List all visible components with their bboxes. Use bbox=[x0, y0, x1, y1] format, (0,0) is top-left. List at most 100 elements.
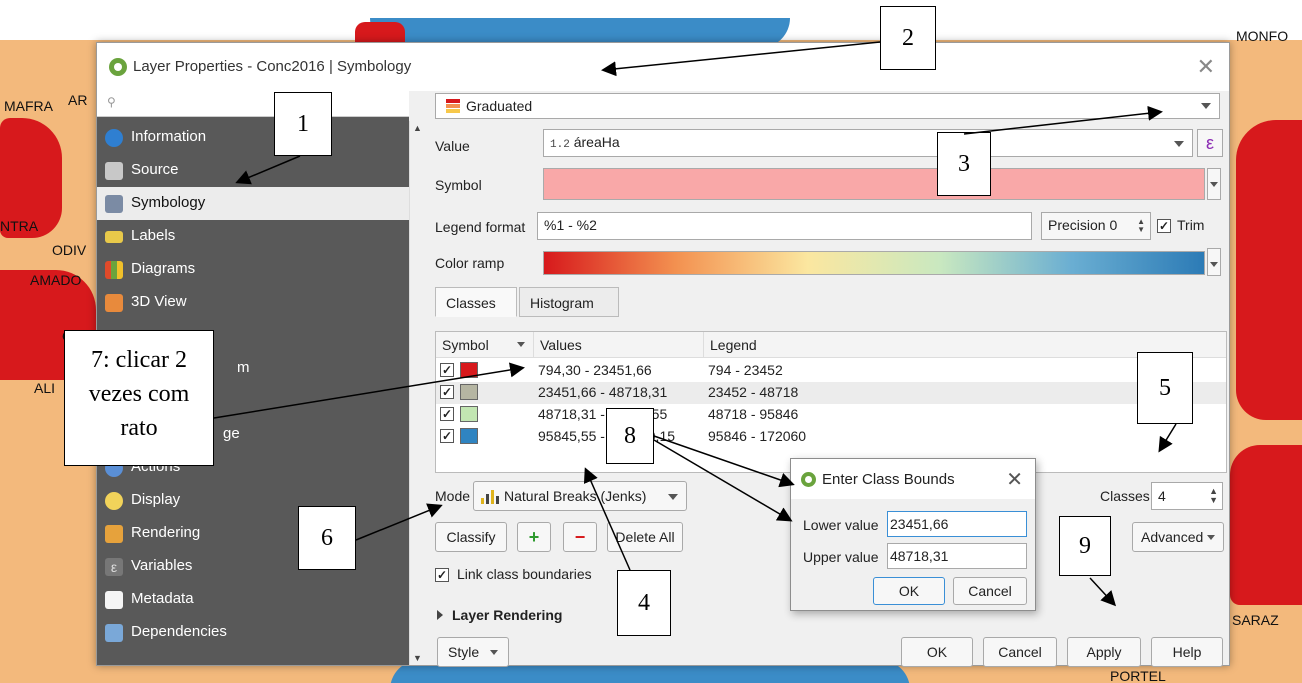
dependencies-icon bbox=[105, 624, 123, 642]
classes-spinbox[interactable]: 4 ▲ ▼ bbox=[1151, 482, 1223, 510]
symbol-menu-button[interactable] bbox=[1207, 168, 1221, 200]
class-symbol-swatch[interactable] bbox=[460, 406, 478, 422]
annotation-1: 1 bbox=[274, 92, 332, 156]
class-legend[interactable]: 794 - 23452 bbox=[708, 362, 783, 378]
class-symbol-swatch[interactable] bbox=[460, 428, 478, 444]
sidebar-item-display[interactable]: Display bbox=[97, 484, 409, 517]
expression-button[interactable]: ε bbox=[1197, 129, 1223, 157]
value-field-combo[interactable]: 1.2 áreaHa bbox=[543, 129, 1193, 157]
bounds-ok-button[interactable]: OK bbox=[873, 577, 945, 605]
layer-rendering-label: Layer Rendering bbox=[452, 607, 563, 623]
link-class-boundaries-checkbox[interactable]: ✓ Link class boundaries bbox=[435, 566, 592, 583]
table-row[interactable]: ✓ 95845,55 - 172060,15 95846 - 172060 bbox=[436, 426, 1226, 448]
precision-spinbox[interactable]: Precision 0 ▲ ▼ bbox=[1041, 212, 1151, 240]
upper-value-input[interactable]: 48718,31 bbox=[887, 543, 1027, 569]
map-label: AR bbox=[68, 92, 88, 108]
map-label: PORTEL bbox=[1110, 668, 1166, 683]
sidebar-item-label: Metadata bbox=[131, 590, 194, 607]
scroll-up-icon[interactable]: ▲ bbox=[413, 123, 422, 133]
spinner-arrows-icon: ▲ ▼ bbox=[1137, 217, 1145, 234]
class-legend[interactable]: 95846 - 172060 bbox=[708, 428, 806, 444]
table-row[interactable]: ✓ 23451,66 - 48718,31 23452 - 48718 bbox=[436, 382, 1226, 404]
add-class-button[interactable]: + bbox=[517, 522, 551, 552]
cube-icon bbox=[105, 294, 123, 312]
scroll-down-icon[interactable]: ▼ bbox=[413, 653, 422, 663]
legend-format-input[interactable]: %1 - %2 bbox=[537, 212, 1032, 240]
sidebar-item-diagrams[interactable]: Diagrams bbox=[97, 253, 409, 286]
bounds-cancel-button[interactable]: Cancel bbox=[953, 577, 1027, 605]
sidebar-item-labels[interactable]: Labels bbox=[97, 220, 409, 253]
class-legend[interactable]: 48718 - 95846 bbox=[708, 406, 798, 422]
qgis-logo-icon bbox=[109, 58, 127, 76]
annotation-6: 6 bbox=[298, 506, 356, 570]
classify-button[interactable]: Classify bbox=[435, 522, 507, 552]
sidebar-item-label: m bbox=[237, 359, 250, 376]
checkbox[interactable]: ✓ bbox=[440, 385, 454, 399]
symbol-button[interactable] bbox=[543, 168, 1205, 200]
sidebar-item-label: Labels bbox=[131, 227, 176, 244]
remove-class-button[interactable]: − bbox=[563, 522, 597, 552]
sidebar-item-3d-view[interactable]: 3D View bbox=[97, 286, 409, 319]
delete-all-button[interactable]: Delete All bbox=[607, 522, 683, 552]
sidebar-item-label: Dependencies bbox=[131, 623, 227, 640]
chevron-down-icon bbox=[1207, 535, 1215, 540]
ok-button[interactable]: OK bbox=[901, 637, 973, 667]
class-values[interactable]: 794,30 - 23451,66 bbox=[538, 362, 652, 378]
map-label: AMADO bbox=[30, 272, 82, 288]
bounds-titlebar: Enter Class Bounds ✕ bbox=[791, 459, 1035, 499]
help-button[interactable]: Help bbox=[1151, 637, 1223, 667]
sidebar-item-source[interactable]: Source bbox=[97, 154, 409, 187]
class-symbol-swatch[interactable] bbox=[460, 384, 478, 400]
sidebar-item-variables[interactable]: ε Variables bbox=[97, 550, 409, 583]
annotation-7-line: rato bbox=[120, 415, 158, 441]
content-scrollbar[interactable]: ▲ ▼ bbox=[409, 121, 425, 665]
column-header-symbol[interactable]: Symbol bbox=[436, 332, 534, 358]
cancel-button[interactable]: Cancel bbox=[983, 637, 1057, 667]
mode-dropdown[interactable]: Natural Breaks (Jenks) bbox=[473, 481, 687, 511]
precision-value: Precision 0 bbox=[1048, 217, 1118, 233]
annotation-8: 8 bbox=[606, 408, 654, 464]
renderer-dropdown[interactable]: Graduated bbox=[435, 93, 1220, 119]
layer-rendering-section[interactable]: Layer Rendering bbox=[437, 607, 562, 623]
checkbox[interactable]: ✓ bbox=[440, 407, 454, 421]
map-label: ODIV bbox=[52, 242, 87, 258]
sidebar-item-rendering[interactable]: Rendering bbox=[97, 517, 409, 550]
checkbox[interactable]: ✓ bbox=[440, 429, 454, 443]
renderer-value: Graduated bbox=[466, 98, 533, 114]
trim-checkbox[interactable]: ✓ Trim bbox=[1157, 217, 1204, 234]
annotation-7-line: 7: clicar 2 bbox=[91, 347, 187, 373]
metadata-icon bbox=[105, 591, 123, 609]
spinner-arrows-icon: ▲ ▼ bbox=[1209, 486, 1218, 505]
sidebar-search-input[interactable]: ⚲ bbox=[97, 91, 409, 117]
tab-histogram[interactable]: Histogram bbox=[519, 287, 619, 317]
sidebar-item-label: 3D View bbox=[131, 293, 187, 310]
table-row[interactable]: ✓ 48718,31 - 95845,55 48718 - 95846 bbox=[436, 404, 1226, 426]
style-button[interactable]: Style bbox=[437, 637, 509, 667]
labels-icon bbox=[105, 231, 123, 243]
class-values[interactable]: 23451,66 - 48718,31 bbox=[538, 384, 667, 400]
checkbox[interactable]: ✓ bbox=[440, 363, 454, 377]
column-header-values[interactable]: Values bbox=[534, 332, 704, 358]
close-icon[interactable]: ✕ bbox=[1006, 467, 1023, 492]
sidebar-item-symbology[interactable]: Symbology bbox=[97, 187, 409, 220]
annotation-3: 3 bbox=[937, 132, 991, 196]
lower-value-input[interactable]: 23451,66 bbox=[887, 511, 1027, 537]
source-icon bbox=[105, 162, 123, 180]
sidebar-item-dependencies[interactable]: Dependencies bbox=[97, 616, 409, 649]
expand-arrow-icon bbox=[437, 610, 443, 620]
chevron-down-icon bbox=[1174, 141, 1184, 147]
jenks-icon bbox=[481, 490, 499, 504]
header-label: Symbol bbox=[442, 337, 489, 353]
sidebar-item-information[interactable]: Information bbox=[97, 121, 409, 154]
table-row[interactable]: ✓ 794,30 - 23451,66 794 - 23452 bbox=[436, 360, 1226, 382]
color-ramp-menu-button[interactable] bbox=[1207, 248, 1221, 276]
class-legend[interactable]: 23452 - 48718 bbox=[708, 384, 798, 400]
advanced-button[interactable]: Advanced bbox=[1132, 522, 1224, 552]
color-ramp-button[interactable] bbox=[543, 251, 1205, 275]
apply-button[interactable]: Apply bbox=[1067, 637, 1141, 667]
class-symbol-swatch[interactable] bbox=[460, 362, 478, 378]
annotation-4: 4 bbox=[617, 570, 671, 636]
tab-classes[interactable]: Classes bbox=[435, 287, 517, 317]
sidebar-item-metadata[interactable]: Metadata bbox=[97, 583, 409, 616]
close-icon[interactable]: ✕ bbox=[1197, 54, 1215, 80]
